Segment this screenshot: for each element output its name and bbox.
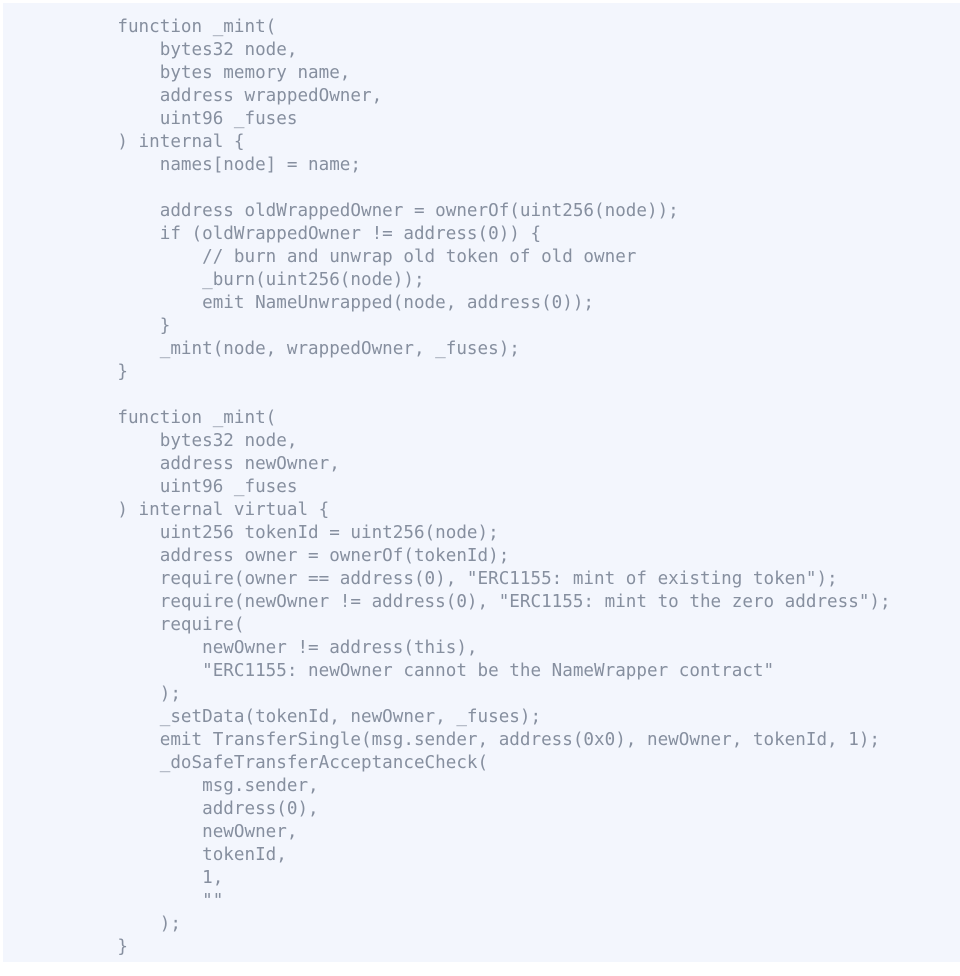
code-line: // burn and unwrap old token of old owne…: [75, 247, 637, 267]
code-line: newOwner != address(this),: [75, 638, 478, 658]
code-line: }: [75, 937, 128, 957]
code-line: uint96 _fuses: [75, 109, 298, 129]
code-line: emit TransferSingle(msg.sender, address(…: [75, 730, 881, 750]
code-line: newOwner,: [75, 822, 298, 842]
code-line: }: [75, 316, 171, 336]
code-line: require(newOwner != address(0), "ERC1155…: [75, 592, 891, 612]
code-line: );: [75, 684, 181, 704]
code-line: }: [75, 362, 128, 382]
code-line: names[node] = name;: [75, 155, 361, 175]
code-line: "": [75, 891, 224, 911]
code-line: require(owner == address(0), "ERC1155: m…: [75, 569, 838, 589]
code-line: if (oldWrappedOwner != address(0)) {: [75, 224, 542, 244]
code-line: uint256 tokenId = uint256(node);: [75, 523, 499, 543]
code-content: function _mint( bytes32 node, bytes memo…: [3, 3, 960, 959]
code-block: function _mint( bytes32 node, bytes memo…: [3, 3, 960, 962]
code-line: address newOwner,: [75, 454, 340, 474]
code-line: address(0),: [75, 799, 319, 819]
code-line: _burn(uint256(node));: [75, 270, 425, 290]
code-line: _mint(node, wrappedOwner, _fuses);: [75, 339, 520, 359]
code-line: ) internal virtual {: [75, 500, 330, 520]
code-line: bytes32 node,: [75, 431, 298, 451]
code-line: function _mint(: [75, 17, 277, 37]
code-line: "ERC1155: newOwner cannot be the NameWra…: [75, 661, 775, 681]
code-line: address oldWrappedOwner = ownerOf(uint25…: [75, 201, 679, 221]
code-line: bytes memory name,: [75, 63, 351, 83]
code-line: address owner = ownerOf(tokenId);: [75, 546, 510, 566]
code-line: address wrappedOwner,: [75, 86, 383, 106]
code-line: uint96 _fuses: [75, 477, 298, 497]
code-line: bytes32 node,: [75, 40, 298, 60]
code-line: tokenId,: [75, 845, 287, 865]
code-line: emit NameUnwrapped(node, address(0));: [75, 293, 595, 313]
code-line: require(: [75, 615, 245, 635]
code-line: function _mint(: [75, 408, 277, 428]
code-line: 1,: [75, 868, 224, 888]
code-line: );: [75, 914, 181, 934]
code-line: _setData(tokenId, newOwner, _fuses);: [75, 707, 542, 727]
code-line: _doSafeTransferAcceptanceCheck(: [75, 753, 489, 773]
code-line: ) internal {: [75, 132, 245, 152]
code-line: msg.sender,: [75, 776, 319, 796]
